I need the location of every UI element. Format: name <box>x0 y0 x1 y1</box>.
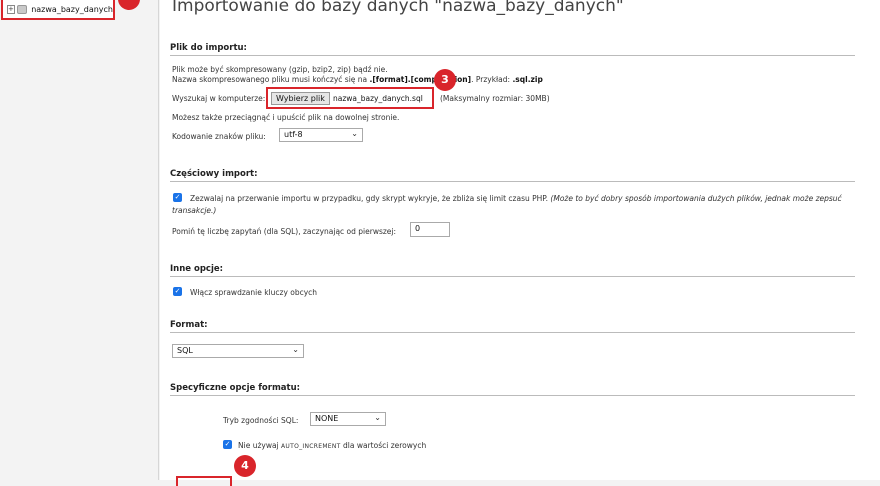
allow-interrupt-note-cont: transakcje.) <box>172 206 217 215</box>
allow-interrupt-note: (Może to być dobry sposób importowania d… <box>550 194 842 203</box>
format-select[interactable]: SQL ⌄ <box>172 344 304 358</box>
allow-interrupt-checkbox[interactable]: ✓ <box>173 193 182 202</box>
choose-file-button[interactable]: Wybierz plik <box>271 92 330 105</box>
step-badge-4: 4 <box>234 455 256 477</box>
skip-queries-label: Pomiń tę liczbę zapytań (dla SQL), zaczy… <box>172 227 397 236</box>
sidebar-database-name[interactable]: nazwa_bazy_danych <box>31 5 113 14</box>
main-panel: Importowanie do bazy danych "nazwa_bazy_… <box>160 0 880 486</box>
chevron-down-icon: ⌄ <box>351 129 358 138</box>
browse-label: Wyszukaj w komputerze: <box>172 94 266 103</box>
compression-naming-note: Nazwa skompresowanego pliku musi kończyć… <box>172 75 543 84</box>
encoding-value: utf-8 <box>284 130 303 139</box>
sidebar-database-item[interactable]: + nazwa_bazy_danych <box>1 0 115 20</box>
navigation-sidebar: + nazwa_bazy_danych <box>0 0 159 480</box>
import-button-highlight <box>176 476 232 486</box>
page-title: Importowanie do bazy danych "nazwa_bazy_… <box>172 0 624 16</box>
step-badge-3: 3 <box>434 69 456 91</box>
section-header-other: Inne opcje: <box>170 264 855 277</box>
naming-example: .sql.zip <box>512 75 543 84</box>
encoding-label: Kodowanie znaków pliku: <box>172 132 266 141</box>
selected-file-name: nazwa_bazy_danych.sql <box>333 94 423 103</box>
compat-mode-select[interactable]: NONE ⌄ <box>310 412 386 426</box>
max-size-note: (Maksymalny rozmiar: 30MB) <box>440 94 550 103</box>
compression-note: Plik może być skompresowany (gzip, bzip2… <box>172 65 388 74</box>
plus-icon[interactable]: + <box>7 4 15 14</box>
drag-drop-hint: Możesz także przeciągnąć i upuścić plik … <box>172 113 400 122</box>
ai-code: AUTO_INCREMENT <box>281 443 341 450</box>
chevron-down-icon: ⌄ <box>292 345 299 354</box>
format-value: SQL <box>177 346 193 355</box>
compat-mode-label: Tryb zgodności SQL: <box>223 416 299 425</box>
foreign-key-checkbox[interactable]: ✓ <box>173 287 182 296</box>
section-header-format: Format: <box>170 320 855 333</box>
auto-increment-label: Nie używaj AUTO_INCREMENT dla wartości z… <box>238 441 426 450</box>
step-badge-partial <box>118 0 140 10</box>
encoding-select[interactable]: utf-8 ⌄ <box>279 128 363 142</box>
naming-mid: . Przykład: <box>471 75 513 84</box>
section-header-format-options: Specyficzne opcje formatu: <box>170 383 855 396</box>
skip-queries-input[interactable]: 0 <box>410 222 450 237</box>
section-header-partial: Częściowy import: <box>170 169 855 182</box>
allow-interrupt-label: Zezwalaj na przerwanie importu w przypad… <box>190 194 842 203</box>
compat-mode-value: NONE <box>315 414 339 423</box>
allow-interrupt-text: Zezwalaj na przerwanie importu w przypad… <box>190 194 549 203</box>
database-icon <box>16 4 28 14</box>
ai-prefix: Nie używaj <box>238 441 282 450</box>
section-header-file: Plik do importu: <box>170 43 855 56</box>
auto-increment-checkbox[interactable]: ✓ <box>223 440 232 449</box>
ai-suffix: dla wartości zerowych <box>340 441 427 450</box>
chevron-down-icon: ⌄ <box>374 413 381 422</box>
naming-prefix: Nazwa skompresowanego pliku musi kończyć… <box>172 75 370 84</box>
foreign-key-label: Włącz sprawdzanie kluczy obcych <box>190 288 318 297</box>
